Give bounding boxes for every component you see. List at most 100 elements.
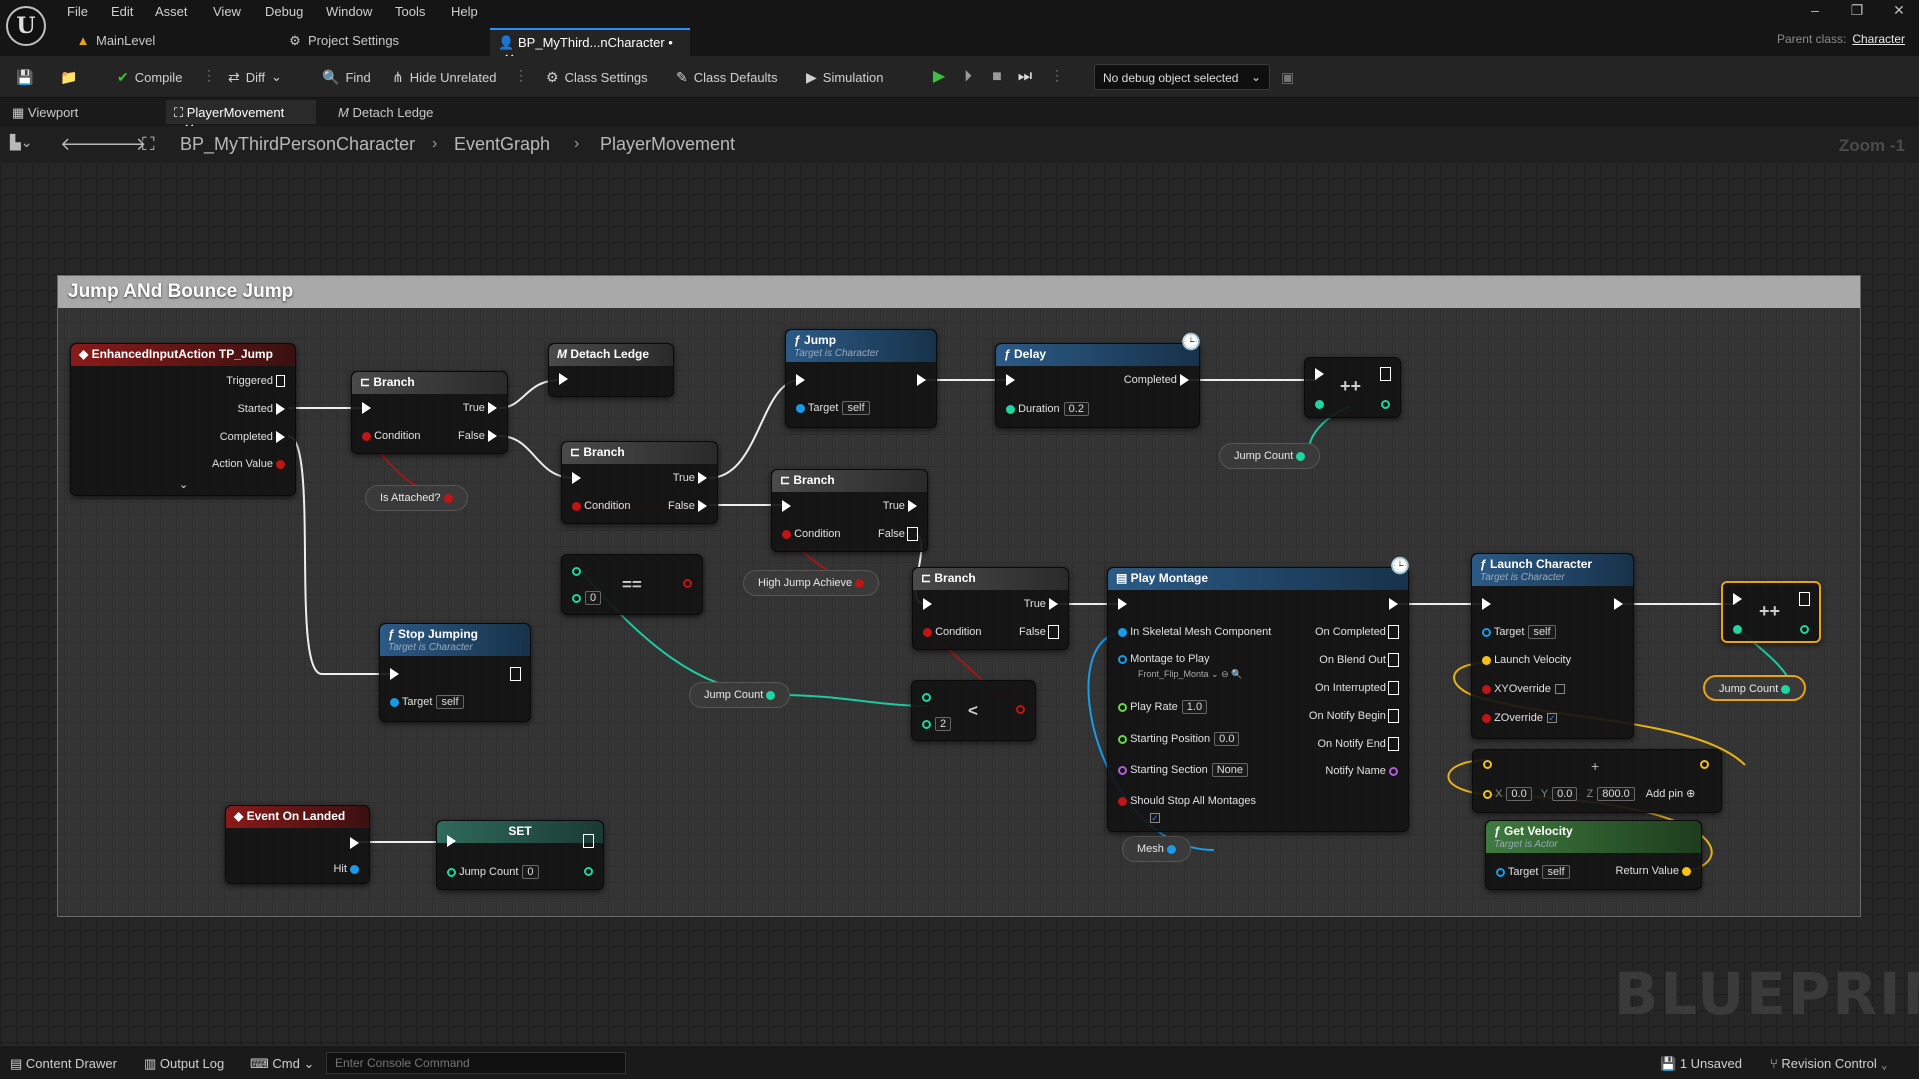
pin-exec-in[interactable] [1315,368,1324,381]
pin-a[interactable] [572,565,581,577]
pin-result[interactable] [1381,398,1390,410]
target-field[interactable]: self [842,401,870,415]
jump-count-getter[interactable]: Jump Count [689,682,791,708]
play-montage-node[interactable]: ▤ Play Montage 🕒 In Skeletal Mesh Compon… [1107,558,1410,832]
target-field[interactable]: self [1542,865,1570,879]
breadcrumb-blueprint[interactable]: BP_MyThirdPersonCharacter [180,134,415,155]
target-field[interactable]: self [436,695,464,709]
pin-vector-out[interactable] [1700,758,1709,770]
pin-exec-in[interactable] [796,374,805,387]
pin-target[interactable]: Target self [1482,625,1556,639]
minimize-icon[interactable]: – [1800,2,1830,18]
starting-section-field[interactable]: None [1211,763,1249,777]
pin-skeletal-mesh[interactable]: In Skeletal Mesh Component [1118,626,1271,638]
set-jump-count-node[interactable]: SET Jump Count 0 [436,820,604,890]
pin-true[interactable]: True [883,500,917,513]
pin-exec-in[interactable] [572,472,581,485]
play-rate-field[interactable]: 1.0 [1181,700,1208,714]
pin-condition[interactable]: Condition [362,430,421,442]
pin-condition[interactable]: Condition [782,528,841,540]
menu-window[interactable]: Window [326,4,372,19]
equals-node[interactable]: 0 == [561,554,703,615]
add-pin-icon[interactable]: ⊕ [1686,788,1695,800]
jump-node[interactable]: ƒ Jump Target is Character Target self [785,329,937,428]
pin-exec-out[interactable] [1389,598,1398,611]
y-field[interactable]: 0.0 [1552,787,1578,801]
diff-button[interactable]: ⇄ Diff ⌄ [228,65,282,89]
increment-node[interactable]: ++ [1304,357,1401,418]
branch-node[interactable]: ⊏ Branch True Condition False [351,371,508,454]
mesh-getter[interactable]: Mesh [1122,836,1191,862]
pin-exec-out[interactable] [1799,592,1810,607]
z-field[interactable]: 800.0 [1597,787,1635,801]
pin-b[interactable]: 0 [572,591,602,605]
pin-value[interactable] [1315,398,1324,410]
pin-b[interactable]: 2 [922,717,952,731]
pin-exec-in[interactable] [447,835,456,848]
pin-value[interactable] [1733,623,1742,635]
tab-player-movement[interactable]: ⛶ PlayerMovement ✕ [166,100,316,136]
target-field[interactable]: self [1528,625,1556,639]
delay-node[interactable]: ƒ Delay 🕒 Completed Duration 0.2 [995,334,1201,428]
chevron-down-icon[interactable]: ⌄ [179,478,188,491]
tab-bp-character[interactable]: 👤BP_MyThird...nCharacter • ✕ [490,28,690,66]
x-field[interactable]: 0.0 [1506,787,1532,801]
pin-false[interactable]: False [878,527,918,542]
pin-false[interactable]: False [1019,625,1059,640]
add-pin-label[interactable]: Add pin [1646,788,1683,800]
debug-object-select[interactable]: No debug object selected ⌄ [1094,64,1270,90]
jump-count-getter[interactable]: Jump Count [1219,443,1321,469]
menu-view[interactable]: View [213,4,241,19]
breadcrumb-eventgraph[interactable]: EventGraph [454,134,550,155]
pin-exec-out[interactable] [583,834,594,849]
eject-icon[interactable]: ⏭ [1014,66,1036,88]
comment-title[interactable]: Jump ANd Bounce Jump [58,276,1860,308]
breadcrumb-playermovement[interactable]: PlayerMovement [600,134,735,155]
pin-target[interactable]: Target self [796,401,870,415]
hide-unrelated-button[interactable]: ⋔ Hide Unrelated [392,65,496,89]
simulation-button[interactable]: ▶ Simulation [806,65,883,89]
save-icon[interactable]: 💾 [16,65,33,89]
pin-exec-out[interactable] [1614,598,1623,611]
starting-position-field[interactable]: 0.0 [1214,732,1240,746]
pin-completed[interactable]: Completed [1124,374,1189,387]
pin-target[interactable]: Target self [390,695,464,709]
pin-on-interrupted[interactable]: On Interrupted [1315,681,1399,696]
pin-completed[interactable]: Completed [220,431,285,444]
pin-target[interactable]: Target self [1496,865,1570,879]
content-drawer-button[interactable]: ▤ Content Drawer [10,1056,117,1072]
pin-on-blend-out[interactable]: On Blend Out [1319,653,1399,668]
pin-jump-count[interactable]: Jump Count 0 [447,865,539,879]
pin-on-notify-begin[interactable]: On Notify Begin [1309,709,1399,724]
forward-arrow-icon[interactable]: 🡒 [98,134,146,155]
xy-override-checkbox[interactable] [1554,684,1565,695]
unsaved-indicator[interactable]: 💾 1 Unsaved [1660,1056,1742,1072]
compare-value-field[interactable]: 2 [935,717,952,731]
pin-launch-velocity[interactable]: Launch Velocity [1482,654,1571,666]
pin-duration[interactable]: Duration 0.2 [1006,402,1089,416]
pin-exec-in[interactable] [1006,374,1015,387]
pin-vector-in[interactable] [1483,758,1492,770]
class-defaults-button[interactable]: ✎ Class Defaults [676,65,778,89]
jump-count-getter[interactable]: Jump Count [1703,675,1807,701]
branch-node[interactable]: ⊏ Branch True Condition False [912,567,1069,650]
parent-class-link[interactable]: Character [1852,32,1905,46]
class-settings-button[interactable]: ⚙ Class Settings [546,65,648,89]
pin-return-value[interactable]: Return Value [1616,865,1691,877]
restore-icon[interactable]: ❐ [1842,2,1872,19]
pin-on-completed[interactable]: On Completed [1315,625,1399,640]
pin-exec-in[interactable] [559,373,568,386]
bookmark-icon[interactable]: ▙⌄ [10,134,33,151]
pin-exec-in[interactable] [1733,593,1742,606]
find-button[interactable]: 🔍 Find [322,65,371,89]
montage-select[interactable]: Front_Flip_Monta ⌄ ⊖ 🔍 [1138,669,1242,680]
increment-node[interactable]: ++ [1721,581,1821,643]
make-vector-node[interactable]: + X 0.0 Y 0.0 Z 800.0 Add pin ⊕ [1472,749,1722,813]
pin-montage[interactable]: Montage to Play [1118,653,1210,665]
z-override-checkbox[interactable]: ✓ [1546,713,1557,724]
pin-true[interactable]: True [673,472,707,485]
pin-exec-out[interactable] [510,667,521,682]
compile-options-icon[interactable]: ⋮ [202,67,216,84]
output-log-button[interactable]: ▥ Output Log [144,1056,224,1072]
pin-exec-out[interactable] [350,837,359,850]
